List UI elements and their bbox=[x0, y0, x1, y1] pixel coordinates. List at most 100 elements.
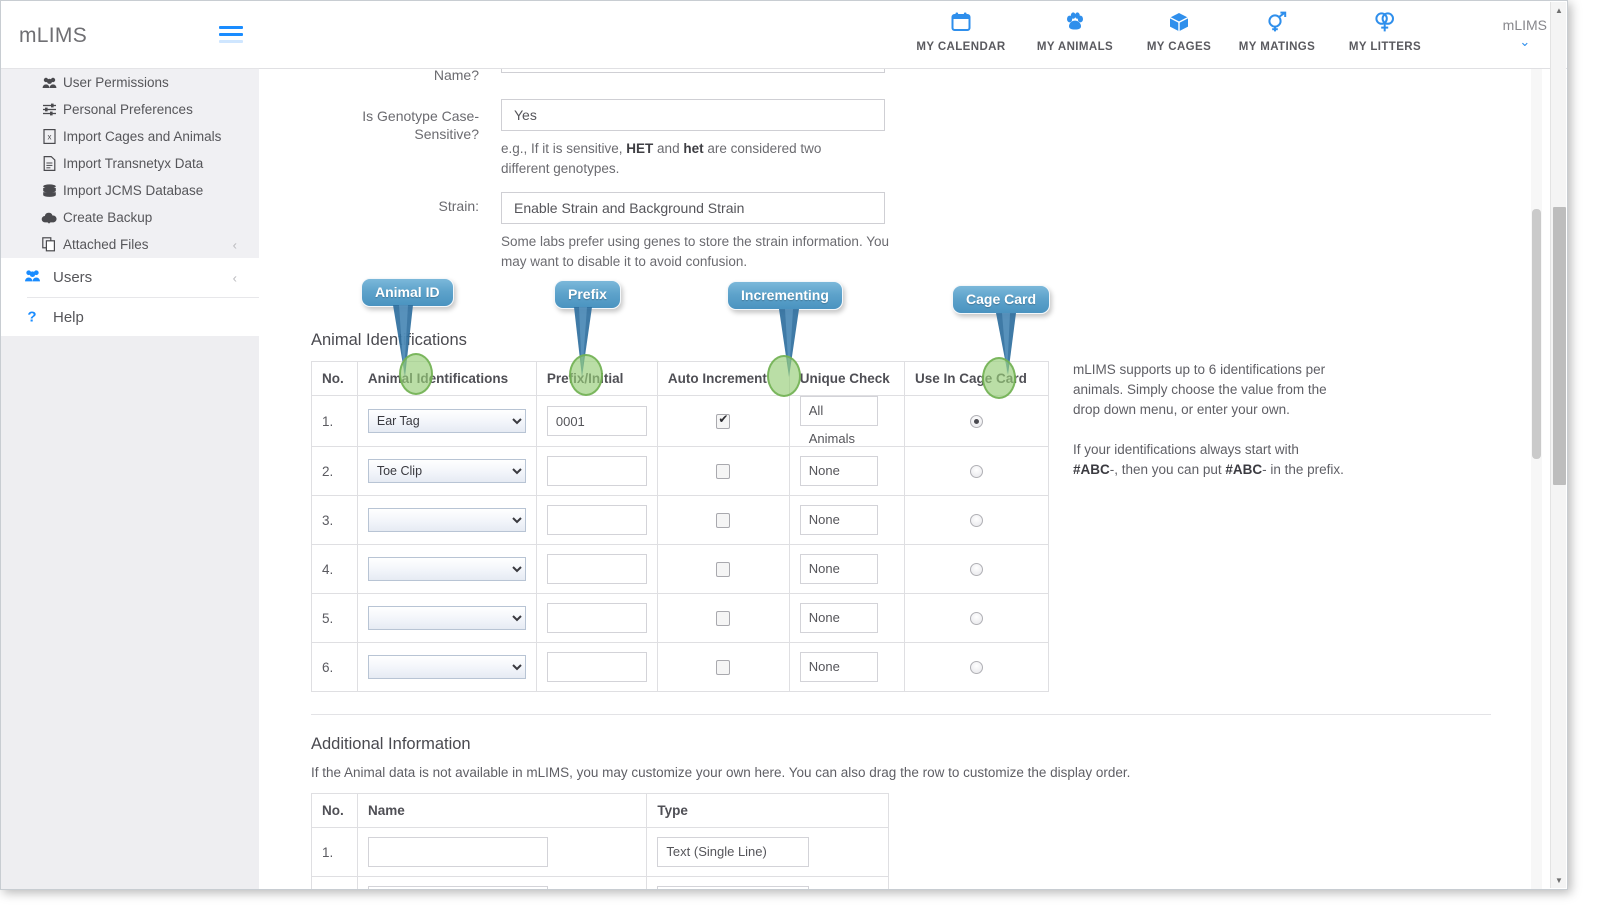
chevron-left-icon: ‹ bbox=[232, 270, 237, 285]
input-prefix[interactable] bbox=[546, 505, 647, 535]
radio-use-in-cage-card[interactable] bbox=[970, 563, 984, 577]
input-prefix[interactable] bbox=[546, 652, 647, 682]
th-name: Name bbox=[356, 793, 648, 828]
nav-my-animals[interactable]: MY ANIMALS bbox=[1019, 11, 1131, 53]
sidebar-item-import-cages-and-animals[interactable]: x Import Cages and Animals bbox=[1, 123, 259, 150]
callout-animal-id: Animal ID bbox=[361, 278, 454, 377]
input-additional-name[interactable] bbox=[367, 837, 548, 867]
cell-prefix bbox=[535, 642, 658, 692]
sidebar-item-import-transnetyx-data[interactable]: Import Transnetyx Data bbox=[1, 150, 259, 177]
input-prefix[interactable] bbox=[546, 554, 647, 584]
select-animal-identification[interactable]: Ear Tag bbox=[367, 409, 526, 433]
sidebar-item-import-jcms-database[interactable]: Import JCMS Database bbox=[1, 177, 259, 204]
input-additional-name[interactable] bbox=[367, 886, 548, 889]
radio-use-in-cage-card[interactable] bbox=[970, 661, 984, 675]
sidebar-item-label: Personal Preferences bbox=[63, 102, 193, 117]
radio-use-in-cage-card[interactable] bbox=[970, 415, 984, 429]
content-scrollbar[interactable] bbox=[1531, 69, 1542, 889]
checkbox-auto-increment[interactable] bbox=[716, 561, 731, 577]
cell-unique-check: None bbox=[788, 642, 906, 692]
top-navigation-bar: MY CALENDAR MY ANIMALS MY CAGES MY MATIN… bbox=[259, 1, 1567, 69]
input-prefix[interactable] bbox=[546, 406, 647, 436]
nav-my-cages[interactable]: MY CAGES bbox=[1123, 11, 1235, 53]
animal-identifications-body: 1. Ear Tag All Animals bbox=[311, 395, 1049, 692]
sidebar-item-user-permissions[interactable]: User Permissions bbox=[1, 69, 259, 96]
select-animal-identification[interactable] bbox=[367, 655, 526, 679]
side-help-identifications-2: If your identifications always start wit… bbox=[1073, 440, 1347, 480]
select-unique-check[interactable]: None bbox=[799, 652, 878, 682]
select-animal-identification[interactable] bbox=[367, 557, 526, 581]
select-unique-check[interactable]: None bbox=[799, 603, 878, 633]
brand-logo[interactable]: mLIMS bbox=[19, 24, 87, 48]
scroll-up-arrow[interactable]: ▲ bbox=[1551, 2, 1567, 18]
mating-icon bbox=[1221, 11, 1333, 37]
select-additional-type[interactable]: Text (Single Line) bbox=[657, 837, 810, 867]
hamburger-icon[interactable] bbox=[219, 26, 243, 44]
checkbox-auto-increment[interactable] bbox=[716, 610, 731, 626]
checkbox-auto-increment[interactable] bbox=[716, 659, 731, 675]
callout-highlight-incrementing bbox=[767, 355, 801, 397]
checkbox-auto-increment[interactable] bbox=[716, 463, 731, 479]
window-scrollbar-thumb[interactable] bbox=[1553, 207, 1566, 485]
cell-name bbox=[356, 876, 648, 889]
select-unique-check[interactable]: None bbox=[799, 554, 878, 584]
select-animal-identification[interactable] bbox=[367, 508, 526, 532]
cell-prefix bbox=[535, 446, 658, 496]
sidebar-item-users[interactable]: Users ‹ bbox=[1, 258, 259, 297]
cell-identification: Toe Clip bbox=[356, 446, 537, 496]
callout-bubble: Incrementing bbox=[727, 281, 843, 310]
sidebar: mLIMS User Permissions Personal Preferen… bbox=[1, 1, 263, 889]
sidebar-item-personal-preferences[interactable]: Personal Preferences bbox=[1, 96, 259, 123]
nav-label: MY CALENDAR bbox=[916, 41, 1006, 53]
th-no: No. bbox=[311, 793, 358, 828]
th-no: No. bbox=[311, 361, 358, 396]
sidebar-item-attached-files[interactable]: Attached Files ‹ bbox=[1, 231, 259, 258]
additional-information-body: 1. Text (Single Line) 2. Text (Single Li… bbox=[311, 827, 889, 889]
select-animal-identification[interactable]: Toe Clip bbox=[367, 459, 526, 483]
cell-identification bbox=[356, 593, 537, 643]
cell-auto-increment bbox=[656, 395, 790, 447]
cell-prefix bbox=[535, 544, 658, 594]
select-additional-type[interactable]: Text (Single Line) bbox=[657, 886, 810, 889]
nav-my-calendar[interactable]: MY CALENDAR bbox=[905, 11, 1017, 53]
select-unique-check[interactable]: None bbox=[799, 505, 878, 535]
cell-identification bbox=[356, 642, 537, 692]
field-genotype-case-sensitive[interactable]: Yes bbox=[501, 99, 885, 131]
sidebar-item-create-backup[interactable]: Create Backup bbox=[1, 204, 259, 231]
nav-my-matings[interactable]: MY MATINGS bbox=[1221, 11, 1333, 53]
input-prefix[interactable] bbox=[546, 603, 647, 633]
litters-icon bbox=[1329, 11, 1441, 37]
select-unique-check[interactable]: All Animals bbox=[799, 396, 878, 446]
sidebar-item-help[interactable]: ? Help ‹ bbox=[27, 297, 263, 336]
callout-highlight-cage-card bbox=[982, 357, 1016, 399]
field-name-input[interactable] bbox=[501, 69, 885, 73]
radio-use-in-cage-card[interactable] bbox=[970, 465, 984, 479]
radio-use-in-cage-card[interactable] bbox=[970, 514, 984, 528]
select-unique-check[interactable]: None bbox=[799, 456, 878, 486]
nav-label: MY CAGES bbox=[1146, 41, 1212, 53]
field-strain[interactable]: Enable Strain and Background Strain bbox=[501, 192, 885, 224]
select-animal-identification[interactable] bbox=[367, 606, 526, 630]
scroll-down-arrow[interactable]: ▼ bbox=[1551, 872, 1567, 888]
callout-highlight-prefix bbox=[569, 354, 603, 396]
input-prefix[interactable] bbox=[546, 456, 647, 486]
checkbox-auto-increment[interactable] bbox=[716, 512, 731, 528]
sidebar-submenu: User Permissions Personal Preferences x … bbox=[1, 69, 259, 258]
help-text-bold: #ABC bbox=[1225, 462, 1263, 477]
content-scrollbar-thumb[interactable] bbox=[1532, 209, 1541, 459]
table-row: 1. Ear Tag All Animals bbox=[311, 395, 1049, 447]
radio-use-in-cage-card[interactable] bbox=[970, 612, 984, 626]
sidebar-main-menu: Users ‹ ? Help ‹ bbox=[1, 258, 263, 336]
calendar-icon bbox=[905, 11, 1017, 37]
checkbox-auto-increment[interactable] bbox=[716, 412, 731, 429]
paw-icon bbox=[1019, 11, 1131, 37]
cell-auto-increment bbox=[656, 593, 790, 643]
nav-label: MY MATINGS bbox=[1238, 41, 1316, 53]
user-menu[interactable]: mLIMS ⌄ bbox=[1503, 17, 1547, 50]
window-scrollbar[interactable]: ▲ ▼ bbox=[1550, 2, 1566, 888]
nav-my-litters[interactable]: MY LITTERS bbox=[1329, 11, 1441, 53]
cube-icon bbox=[1123, 11, 1235, 37]
cell-prefix bbox=[535, 593, 658, 643]
cell-unique-check: All Animals bbox=[788, 395, 906, 447]
cell-cage-card bbox=[904, 544, 1049, 594]
